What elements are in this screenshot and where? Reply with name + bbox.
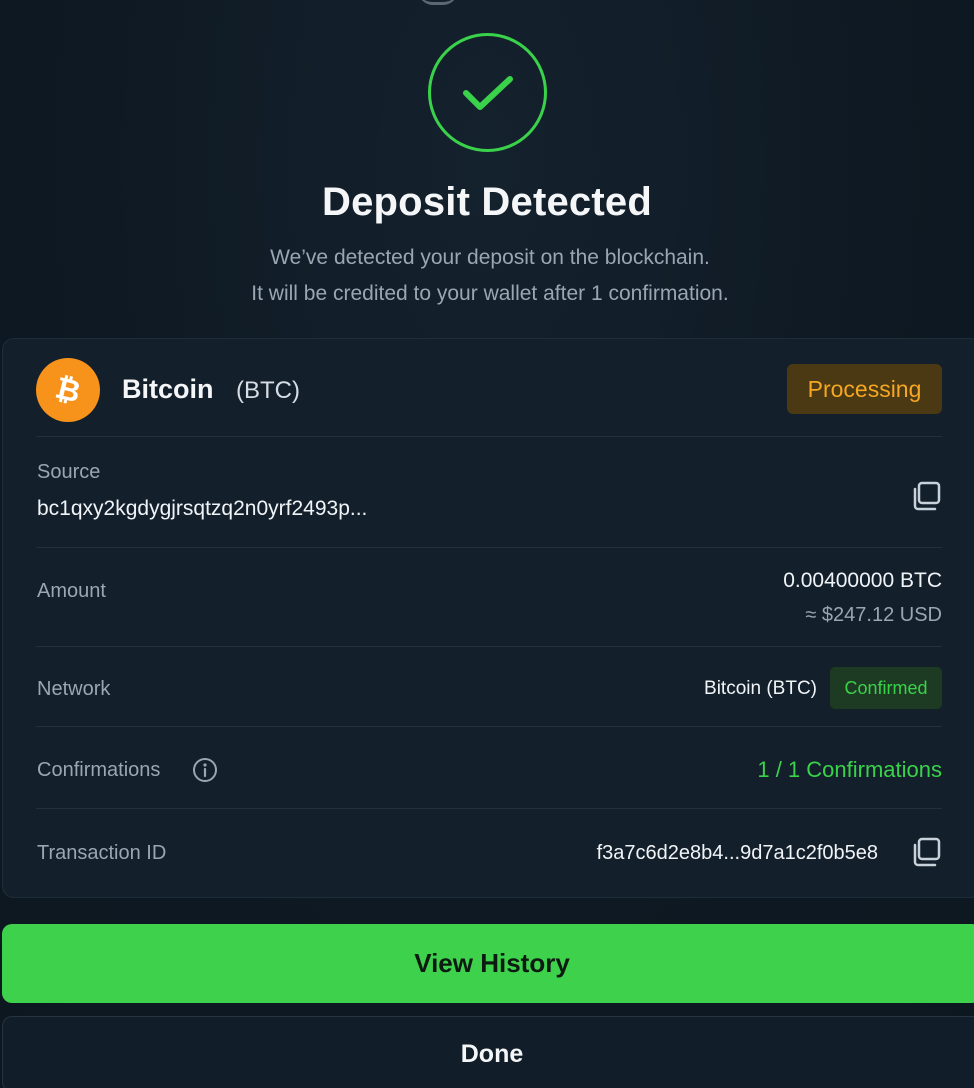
amount-label: Amount xyxy=(37,580,106,602)
divider xyxy=(36,646,942,647)
top-partial-icon xyxy=(418,0,458,5)
success-check-icon xyxy=(428,33,547,152)
deposit-detected-screen: Deposit Detected We’ve detected your dep… xyxy=(0,0,974,1088)
copy-source-icon[interactable] xyxy=(910,480,942,512)
source-label: Source xyxy=(37,461,101,483)
subtitle-line-1: We’ve detected your deposit on the block… xyxy=(270,246,710,269)
subtitle-line-2: It will be credited to your wallet after… xyxy=(251,282,729,305)
view-history-button[interactable]: View History xyxy=(2,924,974,1003)
status-badge: Processing xyxy=(787,364,942,414)
copy-transaction-icon[interactable] xyxy=(910,836,942,868)
amount-fiat: ≈ $247.12 USD xyxy=(805,604,942,626)
confirmations-count: 1 / 1 Confirmations xyxy=(757,757,942,782)
page-title: Deposit Detected xyxy=(322,180,652,224)
svg-text:₿: ₿ xyxy=(52,371,84,410)
transaction-id-label: Transaction ID xyxy=(37,842,167,864)
divider xyxy=(36,547,942,548)
asset-name: Bitcoin xyxy=(122,374,214,404)
divider xyxy=(36,436,942,437)
done-button[interactable]: Done xyxy=(2,1016,974,1088)
amount-crypto: 0.00400000 BTC xyxy=(783,569,942,592)
asset-symbol: (BTC) xyxy=(236,377,300,404)
bitcoin-icon: ₿ xyxy=(36,358,100,422)
source-address: bc1qxy2kgdygjrsqtzq2n0yrf2493p... xyxy=(37,497,368,520)
network-value: Bitcoin (BTC) xyxy=(704,678,817,699)
divider xyxy=(36,726,942,727)
confirmations-label: Confirmations xyxy=(37,759,161,781)
transaction-id-value: f3a7c6d2e8b4...9d7a1c2f0b5e8 xyxy=(596,842,878,864)
network-confirmed-badge: Confirmed xyxy=(830,667,942,709)
info-icon[interactable] xyxy=(192,757,218,783)
network-label: Network xyxy=(37,678,111,700)
divider xyxy=(36,808,942,809)
